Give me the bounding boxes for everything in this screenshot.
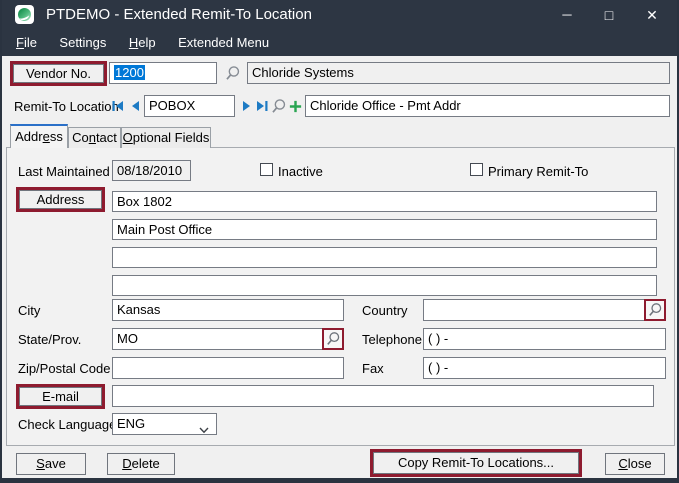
email-button[interactable]: E-mail	[19, 387, 102, 406]
telephone-input[interactable]: ( ) -	[423, 328, 666, 350]
nav-first-icon[interactable]	[110, 98, 125, 114]
vendor-no-input[interactable]: 1200	[109, 62, 217, 84]
close-icon[interactable]: ✕	[632, 0, 672, 30]
sage-app-icon	[15, 5, 34, 24]
menu-help[interactable]: Help	[120, 30, 165, 56]
app-window: PTDEMO - Extended Remit-To Location ─ □ …	[0, 0, 679, 483]
state-prov-search-icon[interactable]	[322, 328, 344, 350]
telephone-label: Telephone	[362, 332, 422, 347]
remit-to-description-input[interactable]: Chloride Office - Pmt Addr	[305, 95, 670, 117]
email-button-highlight: E-mail	[16, 384, 105, 409]
country-label: Country	[362, 303, 408, 318]
copy-remit-to-highlight: Copy Remit-To Locations...	[370, 449, 582, 477]
menu-bar: File Settings Help Extended Menu	[2, 30, 677, 56]
tab-contact[interactable]: Contact	[68, 127, 121, 148]
fax-label: Fax	[362, 361, 384, 376]
vendor-no-button[interactable]: Vendor No.	[13, 64, 104, 83]
address-button-highlight: Address	[16, 187, 105, 212]
maximize-icon[interactable]: □	[589, 0, 629, 30]
remit-to-search-icon[interactable]	[269, 97, 287, 115]
window-title: PTDEMO - Extended Remit-To Location	[46, 6, 312, 23]
menu-extended-menu[interactable]: Extended Menu	[169, 30, 278, 56]
vendor-search-icon[interactable]	[223, 64, 241, 82]
vendor-no-value: 1200	[114, 65, 145, 80]
tab-optional-fields[interactable]: Optional Fields	[121, 127, 211, 148]
primary-remit-to-checkbox[interactable]	[470, 163, 483, 176]
address-line-4-input[interactable]	[112, 275, 657, 296]
country-search-icon[interactable]	[644, 299, 666, 321]
tab-address[interactable]: Address	[10, 124, 68, 148]
zip-postal-label: Zip/Postal Code	[18, 361, 111, 376]
inactive-label: Inactive	[278, 164, 323, 179]
state-prov-label: State/Prov.	[18, 332, 81, 347]
inactive-checkbox[interactable]	[260, 163, 273, 176]
check-language-value: ENG	[117, 416, 145, 431]
country-input[interactable]	[423, 299, 666, 321]
delete-button[interactable]: Delete	[107, 453, 175, 475]
email-input[interactable]	[112, 385, 654, 407]
address-line-2-input[interactable]: Main Post Office	[112, 219, 657, 240]
save-button[interactable]: Save	[16, 453, 86, 475]
title-bar: PTDEMO - Extended Remit-To Location ─ □ …	[2, 0, 677, 30]
vendor-no-button-highlight: Vendor No.	[10, 61, 107, 86]
city-label: City	[18, 303, 40, 318]
last-maintained-label: Last Maintained	[18, 164, 110, 179]
check-language-label: Check Language	[18, 417, 116, 432]
last-maintained-field: 08/18/2010	[112, 160, 191, 181]
nav-next-icon[interactable]	[239, 98, 254, 114]
address-line-1-input[interactable]: Box 1802	[112, 191, 657, 212]
fax-input[interactable]: ( ) -	[423, 357, 666, 379]
address-line-3-input[interactable]	[112, 247, 657, 268]
check-language-select[interactable]: ENG	[112, 413, 217, 435]
nav-last-icon[interactable]	[254, 98, 269, 114]
close-button[interactable]: Close	[605, 453, 665, 475]
menu-settings[interactable]: Settings	[50, 30, 115, 56]
state-prov-input[interactable]: MO	[112, 328, 344, 350]
minimize-icon[interactable]: ─	[547, 0, 587, 30]
city-input[interactable]: Kansas	[112, 299, 344, 321]
nav-prev-icon[interactable]	[127, 98, 142, 114]
primary-remit-to-label: Primary Remit-To	[488, 164, 588, 179]
remit-to-code-input[interactable]: POBOX	[144, 95, 235, 117]
chevron-down-icon	[199, 422, 209, 437]
address-button[interactable]: Address	[19, 190, 102, 209]
add-plus-icon[interactable]	[287, 97, 303, 115]
copy-remit-to-locations-button[interactable]: Copy Remit-To Locations...	[373, 452, 579, 474]
zip-postal-input[interactable]	[112, 357, 344, 379]
remit-to-label: Remit-To Location	[14, 99, 119, 114]
vendor-name-field: Chloride Systems	[247, 62, 670, 84]
menu-file[interactable]: File	[7, 30, 46, 56]
